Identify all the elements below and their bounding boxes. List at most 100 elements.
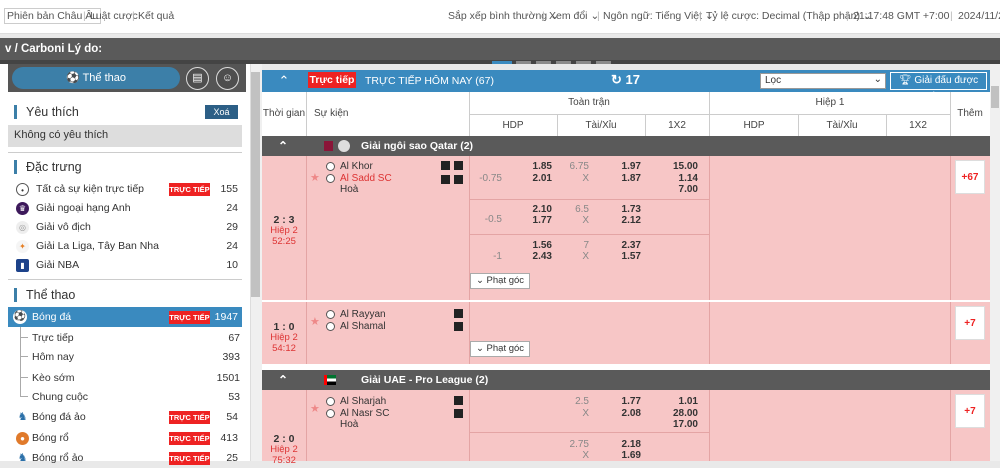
under-odd[interactable]: 1.87 xyxy=(600,173,641,184)
sidebar-item-virtual-basketball[interactable]: ♞ Bóng rổ ảo TRỰC TIẾP 25 xyxy=(14,450,242,468)
hdp-away-odd[interactable]: 2.01 xyxy=(510,173,552,184)
ou-x: X xyxy=(582,215,589,226)
selected-leagues-button[interactable]: 🏆︎ Giải đấu được chọn xyxy=(890,72,987,102)
main-scrollbar-thumb[interactable] xyxy=(991,86,999,108)
sidebar-subitem-today[interactable]: Hôm nay xyxy=(32,351,74,363)
language-dropdown[interactable]: Ngôn ngữ: Tiếng Việt ⌄ xyxy=(603,10,714,22)
league-header-uae[interactable]: ⌃ Giải UAE - Pro League (2) xyxy=(262,370,990,390)
sidebar-item-label: Bóng đá xyxy=(32,311,72,323)
under-odd[interactable]: 1.69 xyxy=(600,450,641,461)
collapse-icon[interactable]: ⌃ xyxy=(278,373,288,387)
favorite-star-icon[interactable]: ★ xyxy=(310,315,320,328)
account-button[interactable]: ☺ xyxy=(216,67,239,90)
sidebar-subitem-early[interactable]: Kèo sớm xyxy=(32,372,74,384)
live-badge: TRỰC TIẾP xyxy=(169,183,210,196)
over-odd[interactable]: 2.18 xyxy=(600,439,641,450)
stats-icon[interactable] xyxy=(441,161,450,170)
draw-label: Hoà xyxy=(340,184,359,195)
filter-select[interactable]: Lọc ⌄ xyxy=(760,73,886,89)
sports-title: Thể thao xyxy=(14,288,75,302)
carousel-dot[interactable] xyxy=(576,61,591,64)
hdp-line: -1 xyxy=(493,251,502,262)
col-fulltime: Toàn trận xyxy=(568,97,610,108)
refresh-button[interactable]: ↻ 17 xyxy=(611,72,640,88)
carousel-dot[interactable] xyxy=(556,61,571,64)
sidebar-item-football[interactable]: ⚽ Bóng đá TRỰC TIẾP 1947 xyxy=(8,307,242,327)
live-badge: TRỰC TIẾP xyxy=(169,432,210,445)
sidebar-subitem-live[interactable]: Trực tiếp xyxy=(32,332,74,344)
home-win-odd[interactable]: 15.00 xyxy=(650,161,698,172)
edition-link[interactable]: Phiên bản Châu Âu xyxy=(4,8,102,24)
league-header-qatar[interactable]: ⌃ Giải ngôi sao Qatar (2) xyxy=(262,136,990,156)
info-icon[interactable] xyxy=(441,175,450,184)
over-odd[interactable]: 2.37 xyxy=(600,240,641,251)
pitch-icon[interactable] xyxy=(454,322,463,331)
favorite-star-icon[interactable]: ★ xyxy=(310,171,320,184)
more-markets-button[interactable]: +7 xyxy=(955,394,985,428)
hdp-line: -0.75 xyxy=(479,173,502,184)
sidebar-subitem-outright[interactable]: Chung cuộc xyxy=(32,391,88,403)
under-odd[interactable]: 2.12 xyxy=(600,215,641,226)
more-markets-button[interactable]: +67 xyxy=(955,160,985,194)
premier-league-icon: ♛ xyxy=(16,202,29,215)
favorite-star-icon[interactable]: ★ xyxy=(310,402,320,415)
sidebar-scrollbar-thumb[interactable] xyxy=(251,72,260,297)
main-scrollbar[interactable] xyxy=(990,64,1000,461)
live-stream-icon[interactable] xyxy=(454,396,463,405)
hdp-home-odd[interactable]: 2.10 xyxy=(510,204,552,215)
over-odd[interactable]: 1.77 xyxy=(600,396,641,407)
ou-line: 2.75 xyxy=(569,439,589,450)
pitch-icon[interactable] xyxy=(454,409,463,418)
view-dropdown[interactable]: Xem đổi ⌄ xyxy=(549,10,599,22)
col-event: Sự kiện xyxy=(314,108,349,119)
virtual-football-icon: ♞ xyxy=(17,411,28,423)
away-win-odd[interactable]: 28.00 xyxy=(650,408,698,419)
sidebar-item-virtual-football[interactable]: ♞ Bóng đá ảo TRỰC TIẾP 54 xyxy=(14,409,242,427)
collapse-all-icon[interactable]: ⌃ xyxy=(265,72,303,90)
under-odd[interactable]: 2.08 xyxy=(600,408,641,419)
home-win-odd[interactable]: 1.01 xyxy=(650,396,698,407)
away-win-odd[interactable]: 1.14 xyxy=(650,173,698,184)
sidebar-item-laliga[interactable]: ✦ Giải La Liga, Tây Ban Nha 24 xyxy=(14,238,242,256)
pitch-icon[interactable] xyxy=(454,175,463,184)
bet-slip-button[interactable]: ▤ xyxy=(186,67,209,90)
draw-odd[interactable]: 17.00 xyxy=(650,419,698,430)
rules-link[interactable]: Luật cược xyxy=(90,10,138,22)
clear-favorites-button[interactable]: Xoá xyxy=(205,105,238,119)
hdp-home-odd[interactable]: 1.85 xyxy=(510,161,552,172)
corner-label: Phạt góc xyxy=(486,275,525,286)
sidebar-item-basketball[interactable]: ● Bóng rổ TRỰC TIẾP 413 xyxy=(14,430,242,448)
over-odd[interactable]: 1.73 xyxy=(600,204,641,215)
sidebar-item-all-live[interactable]: • Tất cả sự kiện trực tiếp TRỰC TIẾP 155 xyxy=(14,181,242,199)
draw-odd[interactable]: 7.00 xyxy=(650,184,698,195)
live-stream-icon[interactable] xyxy=(454,161,463,170)
sidebar-item-premier-league[interactable]: ♛ Giải ngoại hạng Anh 24 xyxy=(14,200,242,218)
hdp-away-odd[interactable]: 2.43 xyxy=(510,251,552,262)
live-button[interactable]: Trực tiếp xyxy=(308,72,356,88)
more-markets-button[interactable]: +7 xyxy=(955,306,985,340)
hdp-home-odd[interactable]: 1.56 xyxy=(510,240,552,251)
sidebar-item-championship[interactable]: ◎ Giải vô địch 29 xyxy=(14,219,242,237)
sidebar-item-nba[interactable]: ▮ Giải NBA 10 xyxy=(14,257,242,275)
under-odd[interactable]: 1.57 xyxy=(600,251,641,262)
sidebar-item-label: Bóng rổ xyxy=(32,432,69,444)
collapse-icon[interactable]: ⌃ xyxy=(278,139,288,153)
corner-button[interactable]: ⌄ Phạt góc xyxy=(470,273,530,289)
ou-line: 6.75 xyxy=(569,161,589,172)
results-link[interactable]: Kết quả xyxy=(138,10,174,22)
sports-button[interactable]: ⚽ Thể thao xyxy=(12,67,180,89)
over-odd[interactable]: 1.97 xyxy=(600,161,641,172)
language-label: Ngôn ngữ: Tiếng Việt xyxy=(603,10,703,22)
carousel-dot[interactable] xyxy=(596,61,611,64)
carousel-dot[interactable] xyxy=(516,61,531,64)
virtual-basketball-icon: ♞ xyxy=(17,452,28,464)
carousel-dot[interactable] xyxy=(536,61,551,64)
col-hdp-h1: HDP xyxy=(743,120,765,131)
ou-line: 6.5 xyxy=(575,204,589,215)
live-stream-icon[interactable] xyxy=(454,309,463,318)
hdp-away-odd[interactable]: 1.77 xyxy=(510,215,552,226)
corner-button[interactable]: ⌄ Phạt góc xyxy=(470,341,530,357)
filter-label: Lọc xyxy=(765,75,782,86)
carousel-dot-active[interactable] xyxy=(492,61,512,64)
away-team: Al Shamal xyxy=(340,321,386,332)
